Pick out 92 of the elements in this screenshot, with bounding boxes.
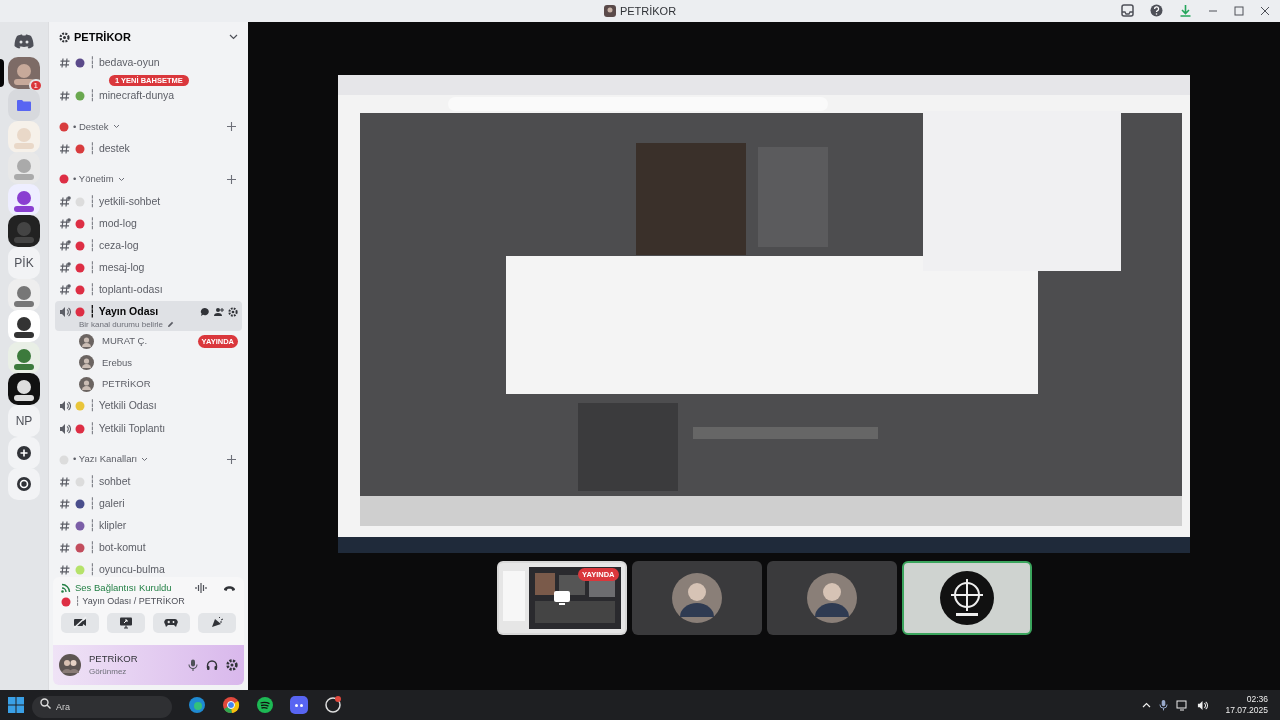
- add-channel-icon[interactable]: [227, 122, 236, 132]
- window-title: PETRİKOR: [619, 3, 677, 19]
- compass-icon[interactable]: [17, 477, 31, 492]
- signal-icon: [61, 583, 71, 594]
- member-name[interactable]: MURAT Ç.: [102, 334, 190, 349]
- add-channel-icon[interactable]: [227, 174, 236, 184]
- avatar-icon: [79, 334, 94, 350]
- screen-share-button[interactable]: [106, 612, 145, 633]
- chevron-down-icon[interactable]: [112, 124, 120, 130]
- gear-icon: [59, 31, 70, 43]
- channel-item[interactable]: ┆ oyuncu-bulma: [55, 559, 242, 577]
- soundboard-icon: [210, 616, 225, 630]
- chevron-down-icon[interactable]: [117, 176, 125, 182]
- voice-channel-item[interactable]: ┆ Yetkili Toplantı: [55, 417, 242, 440]
- search-icon: [40, 698, 51, 709]
- speaker-icon: [59, 306, 71, 319]
- inbox-icon[interactable]: [1121, 4, 1134, 17]
- gamepad-button[interactable]: [152, 612, 191, 633]
- voice-channel-item[interactable]: ┆ Yayın Odası Bir kanal durumu belirle: [55, 300, 242, 331]
- channel-item[interactable]: ┆ ceza-log: [55, 234, 242, 257]
- add-people-icon[interactable]: [214, 307, 224, 318]
- speaker-icon: [59, 400, 71, 413]
- channel-item[interactable]: ┆ toplantı-odası: [55, 278, 242, 301]
- channel-item[interactable]: ┆ mesaj-log: [55, 256, 242, 279]
- discord-icon[interactable]: [14, 34, 34, 50]
- microphone-icon[interactable]: [188, 659, 198, 671]
- screen-share-icon: [118, 616, 133, 630]
- connection-status: Ses Bağlantısı Kuruldu: [75, 581, 173, 595]
- camera-off-button[interactable]: [61, 612, 99, 633]
- clock-date[interactable]: 17.07.2025: [1225, 705, 1268, 716]
- member-name[interactable]: PETRİKOR: [102, 377, 242, 392]
- channel-item[interactable]: ┆ bedava-oyun: [55, 52, 242, 75]
- microphone-icon[interactable]: [1159, 699, 1169, 711]
- maximize-icon[interactable]: [1234, 5, 1244, 16]
- soundboard-button[interactable]: [198, 612, 236, 633]
- presence-status: Görünmez: [89, 666, 128, 679]
- close-icon[interactable]: [1260, 5, 1270, 16]
- channel-status[interactable]: Bir kanal durumu belirle: [79, 318, 164, 331]
- headphones-icon[interactable]: [206, 659, 218, 671]
- voice-channel-link[interactable]: ┆ Yayın Odası / PETRİKOR: [75, 595, 185, 609]
- server-icon[interactable]: NP: [8, 404, 40, 437]
- participant-tile[interactable]: [766, 561, 897, 635]
- discord-icon[interactable]: [290, 696, 308, 714]
- participant-tile[interactable]: [901, 561, 1032, 635]
- chat-bubble-icon[interactable]: [200, 307, 210, 318]
- category-label[interactable]: • Yazı Kanalları: [73, 452, 138, 467]
- chevron-down-icon[interactable]: [229, 34, 238, 40]
- help-icon[interactable]: [1150, 4, 1163, 17]
- voice-channel-item[interactable]: ┆ Yetkili Odası: [55, 394, 242, 418]
- chevron-up-icon[interactable]: [1142, 702, 1152, 708]
- avatar-icon: [79, 355, 94, 371]
- channel-item[interactable]: ┆ yetkili-sohbet: [55, 190, 242, 213]
- download-icon[interactable]: [1179, 4, 1192, 17]
- avatar-icon: [79, 376, 94, 392]
- add-server-icon[interactable]: [17, 445, 31, 460]
- chrome-icon[interactable]: [222, 696, 240, 714]
- folder-icon[interactable]: [17, 99, 31, 111]
- channel-item[interactable]: ┆ minecraft-dunya: [55, 85, 242, 108]
- monitor-icon: [553, 591, 570, 605]
- channel-item[interactable]: ┆ bot-komut: [55, 536, 242, 559]
- live-dot-icon: [61, 597, 71, 607]
- logo-icon: [939, 571, 994, 625]
- channel-item[interactable]: ┆ galeri: [55, 492, 242, 515]
- channel-item[interactable]: ┆ klipler: [55, 514, 242, 537]
- avatar-icon: [671, 573, 722, 623]
- gamepad-icon: [164, 616, 179, 630]
- server-icon: [603, 5, 616, 17]
- user-name[interactable]: PETRİKOR: [89, 651, 180, 667]
- avatar-icon: [59, 654, 81, 676]
- settings-icon[interactable]: [226, 659, 238, 671]
- disconnect-icon[interactable]: [223, 584, 236, 593]
- channel-item[interactable]: ┆ mod-log: [55, 212, 242, 235]
- channel-item[interactable]: ┆ destek: [55, 137, 242, 160]
- network-icon[interactable]: [1176, 699, 1189, 711]
- participant-tile[interactable]: [631, 561, 762, 635]
- add-channel-icon[interactable]: [227, 455, 236, 465]
- channel-item[interactable]: ┆ sohbet: [55, 470, 242, 493]
- server-name[interactable]: PETRİKOR: [74, 28, 225, 46]
- speaker-icon: [59, 422, 71, 435]
- volume-icon[interactable]: [1196, 699, 1210, 711]
- music-app-icon[interactable]: [256, 696, 274, 714]
- avatar-icon: [806, 573, 857, 623]
- search-field[interactable]: Ara: [32, 695, 172, 718]
- gear-icon[interactable]: [228, 307, 238, 318]
- chevron-down-icon[interactable]: [141, 457, 149, 463]
- server-icon[interactable]: PİK: [8, 246, 40, 279]
- pencil-icon[interactable]: [167, 321, 175, 329]
- member-name[interactable]: Erebus: [102, 355, 242, 370]
- category-label[interactable]: • Yönetim: [73, 172, 114, 187]
- clock-time[interactable]: 02:36: [1225, 694, 1268, 705]
- category-label[interactable]: • Destek: [73, 119, 109, 134]
- camera-off-icon: [72, 616, 87, 630]
